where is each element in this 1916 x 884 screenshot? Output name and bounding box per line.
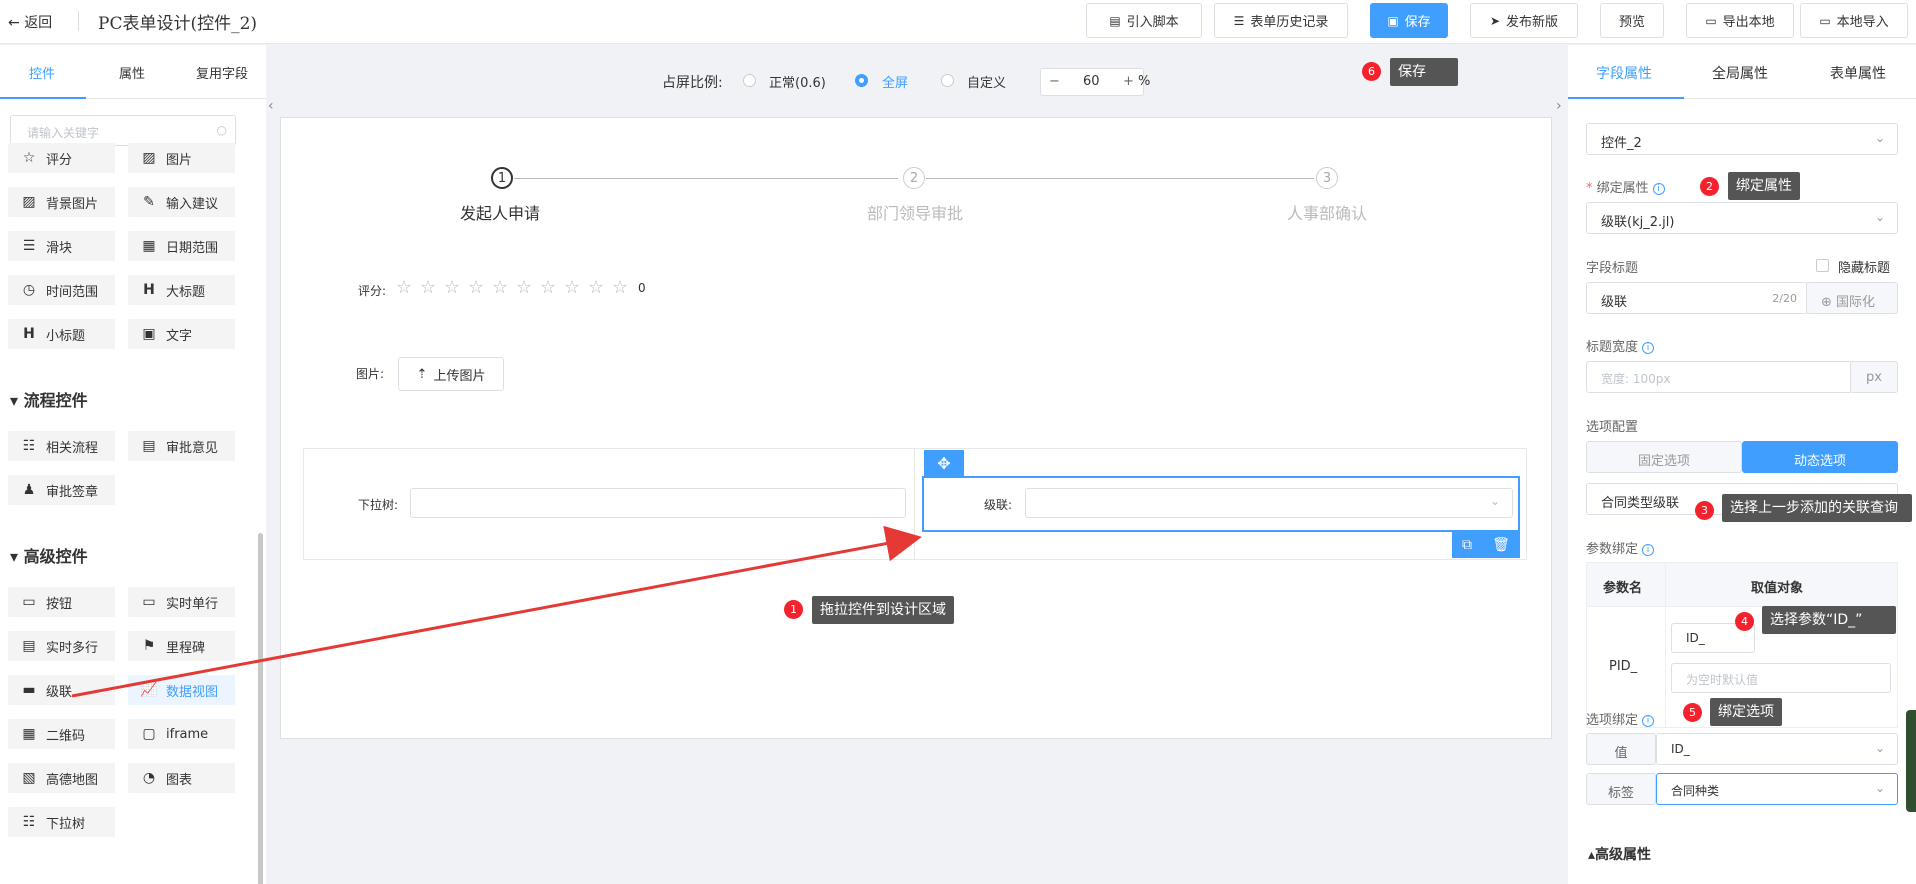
annotation-6-badge: 6 xyxy=(1362,62,1381,81)
hide-title-label: 隐藏标题 xyxy=(1838,261,1891,276)
param-bind-text: 参数绑定 xyxy=(1586,542,1639,557)
advanced-props-toggle[interactable]: ▴高级属性 xyxy=(1588,844,1651,864)
tag-label: 标签 xyxy=(1586,773,1656,805)
title-width-label: 标题宽度 i xyxy=(1586,336,1655,355)
value-label: 值 xyxy=(1586,733,1656,765)
required-mark: * xyxy=(1586,181,1593,196)
i18n-label: 国际化 xyxy=(1836,295,1876,310)
annotation-2-badge: 2 xyxy=(1700,177,1719,196)
param-value: ID_ xyxy=(1686,631,1705,645)
tag-select[interactable]: 合同种类 ⌄ xyxy=(1656,773,1898,805)
annotation-4-badge: 4 xyxy=(1735,612,1754,631)
annotation-3-badge: 3 xyxy=(1695,501,1714,520)
chevron-down-icon: ⌄ xyxy=(1874,210,1885,224)
info-icon[interactable]: i xyxy=(1642,714,1655,727)
annotation-6-tip: 保存 xyxy=(1390,58,1458,86)
hide-title-checkbox[interactable] xyxy=(1816,259,1829,272)
param-default-placeholder: 为空时默认值 xyxy=(1686,673,1759,687)
advanced-props-label: 高级属性 xyxy=(1595,847,1652,863)
value-select[interactable]: ID_ ⌄ xyxy=(1656,733,1898,765)
globe-icon: ⊕ xyxy=(1821,295,1832,310)
param-default-input[interactable]: 为空时默认值 xyxy=(1671,663,1891,693)
value-select-value: ID_ xyxy=(1671,742,1690,756)
info-icon[interactable]: i xyxy=(1642,543,1655,556)
i18n-button[interactable]: ⊕ 国际化 xyxy=(1806,282,1898,314)
control-select-value: 控件_2 xyxy=(1601,136,1642,151)
query-value: 合同类型级联 xyxy=(1601,496,1680,511)
side-widget[interactable] xyxy=(1906,710,1916,812)
annotation-3-tip: 选择上一步添加的关联查询 xyxy=(1722,494,1912,522)
control-select[interactable]: 控件_2 ⌄ xyxy=(1586,123,1898,155)
fixed-option-tab[interactable]: 固定选项 xyxy=(1586,441,1742,473)
caret-up-icon: ▴ xyxy=(1588,847,1596,863)
field-title-input[interactable]: 级联 2/20 xyxy=(1586,282,1808,314)
tag-select-value: 合同种类 xyxy=(1671,784,1720,798)
tab-global-props[interactable]: 全局属性 xyxy=(1712,63,1768,83)
annotation-5-tip: 绑定选项 xyxy=(1710,698,1782,726)
dynamic-option-tab[interactable]: 动态选项 xyxy=(1742,441,1898,473)
annotation-1-tip: 拖拉控件到设计区域 xyxy=(812,596,954,624)
annotation-5-badge: 5 xyxy=(1683,703,1702,722)
option-config-label: 选项配置 xyxy=(1586,420,1639,435)
field-title-label: 字段标题 xyxy=(1586,261,1639,276)
param-col-divider xyxy=(1665,563,1666,727)
char-count: 2/20 xyxy=(1772,292,1797,305)
chevron-down-icon: ⌄ xyxy=(1874,131,1885,145)
tab-field-props[interactable]: 字段属性 xyxy=(1596,63,1652,83)
bind-attr-select[interactable]: 级联(kj_2.jl) ⌄ xyxy=(1586,202,1898,234)
bind-attr-label: * 绑定属性 i xyxy=(1586,177,1665,196)
title-width-unit: px xyxy=(1850,361,1898,393)
tab-underline xyxy=(1568,97,1684,99)
info-icon[interactable]: i xyxy=(1642,341,1655,354)
chevron-down-icon: ⌄ xyxy=(1874,741,1885,755)
param-bind-label: 参数绑定 i xyxy=(1586,538,1655,557)
param-value-header: 取值对象 xyxy=(1751,581,1804,596)
option-bind-label: 选项绑定 i xyxy=(1586,709,1655,728)
info-icon[interactable]: i xyxy=(1652,182,1665,195)
tab-form-props[interactable]: 表单属性 xyxy=(1830,63,1886,83)
annotation-1-badge: 1 xyxy=(784,600,803,619)
title-width-text: 标题宽度 xyxy=(1586,340,1639,355)
param-name: PID_ xyxy=(1609,659,1638,674)
chevron-down-icon: ⌄ xyxy=(1874,781,1885,795)
bind-attr-text: 绑定属性 xyxy=(1596,181,1649,196)
option-bind-text: 选项绑定 xyxy=(1586,713,1639,728)
param-name-header: 参数名 xyxy=(1603,581,1643,596)
field-title-value: 级联 xyxy=(1601,295,1628,310)
title-width-placeholder: 宽度: 100px xyxy=(1601,372,1671,386)
app-root: ← 返回 PC表单设计(控件_2) ▤ 引入脚本 ☰ 表单历史记录 ▣ 保存 ➤ 发布新… xyxy=(0,0,1916,884)
annotation-4-tip: 选择参数“ID_” xyxy=(1762,606,1896,634)
annotation-2-tip: 绑定属性 xyxy=(1728,172,1800,200)
title-width-input[interactable]: 宽度: 100px xyxy=(1586,361,1852,393)
bind-attr-value: 级联(kj_2.jl) xyxy=(1601,215,1675,230)
